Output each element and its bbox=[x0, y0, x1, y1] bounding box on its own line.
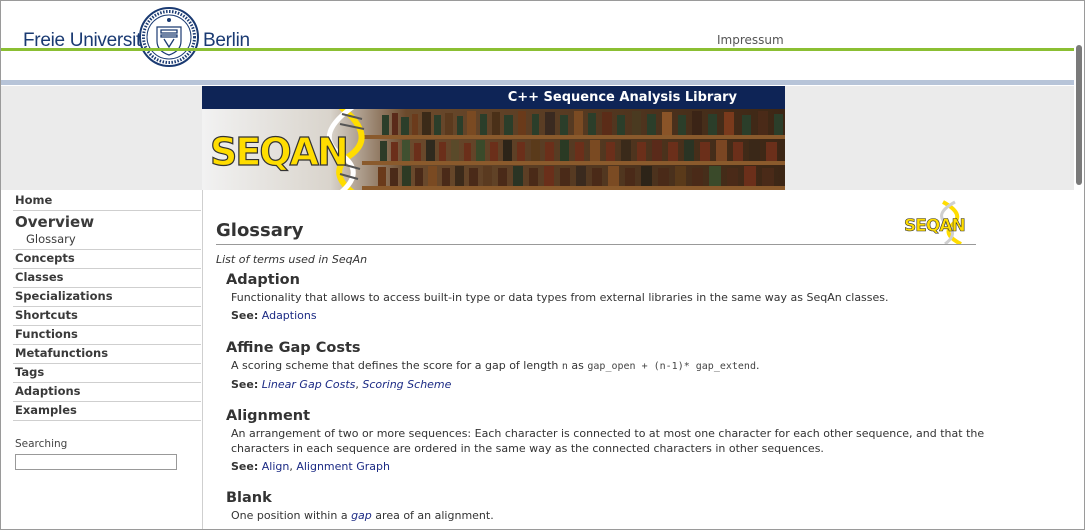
blue-divider bbox=[1, 80, 1074, 85]
sidebar-item-examples[interactable]: Examples bbox=[13, 402, 201, 421]
entry-description: One position within a gap area of an ali… bbox=[231, 508, 986, 523]
small-logo-text: SEQAN bbox=[904, 216, 965, 236]
banner-logo-text: SEQAN bbox=[210, 130, 347, 174]
seqan-logo-icon: SEQAN bbox=[904, 200, 966, 244]
see-separator: , bbox=[289, 460, 293, 473]
entry-term: Blank bbox=[226, 490, 272, 506]
see-link-scoring-scheme[interactable]: Scoring Scheme bbox=[362, 378, 451, 391]
sidebar-item-adaptions[interactable]: Adaptions bbox=[13, 383, 201, 402]
entry-see-also: See: Adaptions bbox=[231, 309, 986, 322]
desc-link-gap[interactable]: gap bbox=[351, 509, 372, 522]
sidebar-item-overview[interactable]: Overview bbox=[13, 211, 201, 231]
sidebar-item-functions[interactable]: Functions bbox=[13, 326, 201, 345]
site-header: Freie Universität Berlin Impressum bbox=[1, 1, 1084, 87]
sidebar-item-concepts[interactable]: Concepts bbox=[13, 250, 201, 269]
main-content: Glossary SEQAN List of terms used in Seq… bbox=[202, 190, 1075, 529]
sidebar-item-classes[interactable]: Classes bbox=[13, 269, 201, 288]
seqan-banner: C++ Sequence Analysis Library SEQAN bbox=[202, 86, 785, 190]
browser-page: Freie Universität Berlin Impressum C++ S… bbox=[0, 0, 1085, 530]
glossary-entry: Blank One position within a gap area of … bbox=[226, 490, 986, 523]
see-link-adaptions[interactable]: Adaptions bbox=[262, 309, 317, 322]
desc-text: A scoring scheme that defines the score … bbox=[231, 359, 559, 372]
desc-variable: n bbox=[561, 361, 568, 372]
banner-title: C++ Sequence Analysis Library bbox=[202, 86, 785, 109]
sidebar-item-shortcuts[interactable]: Shortcuts bbox=[13, 307, 201, 326]
green-divider bbox=[1, 48, 1074, 51]
desc-text: . bbox=[755, 359, 760, 372]
desc-text: as bbox=[571, 359, 584, 372]
entry-description: An arrangement of two or more sequences:… bbox=[231, 427, 985, 455]
page-title: Glossary bbox=[216, 220, 304, 241]
entry-see-also: See: Linear Gap Costs, Scoring Scheme bbox=[231, 378, 986, 391]
scrollbar-thumb[interactable] bbox=[1076, 45, 1082, 185]
desc-text: area of an alignment. bbox=[375, 509, 494, 522]
sidebar-item-specializations[interactable]: Specializations bbox=[13, 288, 201, 307]
glossary-entry: Affine Gap Costs A scoring scheme that d… bbox=[226, 340, 986, 391]
sidebar-item-tags[interactable]: Tags bbox=[13, 364, 201, 383]
see-separator: , bbox=[355, 378, 359, 391]
entry-see-also: See: Align, Alignment Graph bbox=[231, 460, 986, 473]
page-subtitle: List of terms used in SeqAn bbox=[216, 253, 368, 266]
see-link-align[interactable]: Align bbox=[262, 460, 290, 473]
library-bookshelf-image: SEQAN bbox=[202, 109, 785, 190]
glossary-entry: Adaption Functionality that allows to ac… bbox=[226, 272, 986, 322]
desc-code: gap_open + (n-1)* gap_extend bbox=[587, 361, 756, 372]
sidebar-item-glossary[interactable]: Glossary bbox=[13, 231, 201, 250]
entry-term: Affine Gap Costs bbox=[226, 340, 361, 356]
impressum-link[interactable]: Impressum bbox=[717, 33, 784, 47]
sidebar-nav: Home Overview Glossary Concepts Classes … bbox=[13, 192, 201, 421]
see-label: See: bbox=[231, 460, 259, 473]
university-seal-icon[interactable] bbox=[139, 5, 199, 69]
see-link-linear-gap-costs[interactable]: Linear Gap Costs bbox=[262, 378, 356, 391]
search-label: Searching bbox=[15, 438, 68, 450]
see-link-alignment-graph[interactable]: Alignment Graph bbox=[296, 460, 390, 473]
title-rule bbox=[216, 244, 976, 245]
desc-text: One position within a bbox=[231, 509, 348, 522]
search-input[interactable] bbox=[15, 454, 177, 470]
entry-term: Adaption bbox=[226, 272, 300, 288]
see-label: See: bbox=[231, 309, 259, 322]
glossary-entry: Alignment An arrangement of two or more … bbox=[226, 408, 986, 473]
see-label: See: bbox=[231, 378, 259, 391]
entry-description: A scoring scheme that defines the score … bbox=[231, 358, 986, 374]
sidebar-item-metafunctions[interactable]: Metafunctions bbox=[13, 345, 201, 364]
entry-term: Alignment bbox=[226, 408, 311, 424]
entry-description: Functionality that allows to access buil… bbox=[231, 291, 889, 304]
sidebar-item-home[interactable]: Home bbox=[13, 192, 201, 211]
